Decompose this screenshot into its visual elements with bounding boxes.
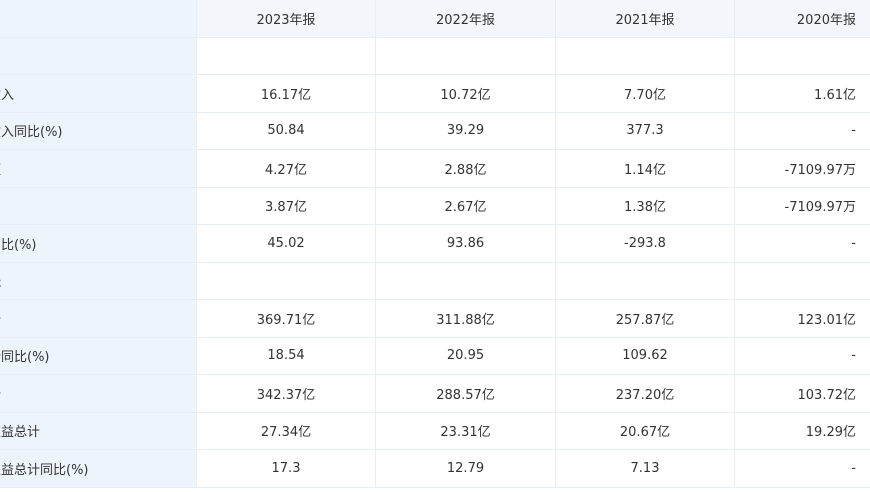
table-header-row: 2023年报 2022年报 2021年报 2020年报 [0, 0, 870, 38]
value-cell-2023: 50.84 [197, 112, 376, 149]
table-row: 收入同比(%) 50.8439.29377.3 - [0, 112, 870, 150]
value-cell-2022: 23.31亿 [376, 412, 556, 449]
value-cell-2023: 16.17亿 [197, 75, 376, 112]
value-cell-2020: 103.72亿 [797, 387, 857, 403]
row-label-cell [0, 37, 197, 74]
value-cell-2022 [376, 262, 556, 299]
row-label: 计 [0, 309, 1, 328]
row-label: 表 [0, 271, 1, 290]
value-cell-2021: 1.14亿 [556, 150, 735, 187]
value-cell-2020: - [851, 348, 856, 364]
value-cell-2021: -293.8 [556, 225, 735, 262]
value-cell-2021: 237.20亿 [556, 375, 735, 412]
value-cell-2021: 7.70亿 [556, 75, 735, 112]
row-label: 收入同比(%) [0, 125, 63, 141]
row-label-cell: 收入同比(%) [0, 112, 197, 149]
row-label: 权益总计同比(%) [0, 462, 89, 478]
table-row: 3.87亿 2.67亿 1.38亿 -7109.97万 [0, 187, 870, 225]
value-cell-2023: 4.27亿 [197, 150, 376, 187]
section-row [0, 37, 870, 75]
table-body: 收入 16.17亿10.72亿7.70亿 1.61亿收入同比(%) 50.8439.2… [0, 37, 870, 488]
row-label: 权益总计 [0, 425, 41, 441]
header-2021[interactable]: 2021年报 [556, 0, 735, 37]
value-cell-2022: 288.57亿 [376, 375, 556, 412]
value-cell-2023 [197, 37, 376, 74]
row-label-cell: 权益总计同比(%) [0, 450, 197, 487]
value-cell-2020: - [851, 460, 856, 476]
value-cell-2021 [556, 262, 735, 299]
header-2023[interactable]: 2023年报 [197, 0, 376, 37]
row-label-cell: 同比(%) [0, 225, 197, 262]
header-label-cell [0, 0, 197, 37]
value-cell-2021 [556, 37, 735, 74]
value-cell-2020: 19.29亿 [805, 425, 856, 441]
value-cell-2020: 123.01亿 [797, 312, 857, 328]
table-row: 额 4.27亿2.88亿1.14亿 -7109.97万 [0, 150, 870, 188]
row-label-cell: 计同比(%) [0, 337, 197, 374]
value-cell-2020 [735, 262, 870, 299]
value-cell-2021: 20.67亿 [556, 412, 735, 449]
row-label: 计 [0, 384, 1, 403]
row-label-cell [0, 187, 197, 224]
value-cell-2022: 10.72亿 [376, 75, 556, 112]
value-cell-2021: 7.13 [556, 450, 735, 487]
value-cell-2021: 109.62 [556, 337, 735, 374]
value-cell-2022: 20.95 [376, 337, 556, 374]
row-label: 同比(%) [0, 237, 37, 253]
row-label-cell: 权益总计 [0, 412, 197, 449]
row-label-cell: 计 [0, 300, 197, 337]
header-2022[interactable]: 2022年报 [376, 0, 556, 37]
row-label-cell: 收入 [0, 75, 197, 112]
value-cell-2021: 377.3 [556, 112, 735, 149]
financial-table: 2023年报 2022年报 2021年报 2020年报 收入 16.17亿10.7… [0, 0, 870, 488]
value-cell-2020: -7109.97万 [784, 162, 856, 178]
table-row: 收入 16.17亿10.72亿7.70亿 1.61亿 [0, 75, 870, 113]
value-cell-2020: - [851, 235, 856, 251]
value-cell-2022: 39.29 [376, 112, 556, 149]
value-cell-2021: 257.87亿 [556, 300, 735, 337]
value-cell-2023: 17.3 [197, 450, 376, 487]
value-cell-2022: 93.86 [376, 225, 556, 262]
table-row: 权益总计同比(%) 17.312.797.13 - [0, 450, 870, 488]
row-label: 计同比(%) [0, 350, 50, 366]
value-cell-2023 [197, 262, 376, 299]
value-cell-2022: 311.88亿 [376, 300, 556, 337]
table-row: 计 369.71亿311.88亿257.87亿 123.01亿 [0, 300, 870, 338]
value-cell-2022: 2.67亿 [376, 187, 556, 224]
value-cell-2022: 12.79 [376, 450, 556, 487]
value-cell-2023: 45.02 [197, 225, 376, 262]
value-cell-2020: - [851, 123, 856, 139]
row-label: 收入 [0, 87, 15, 103]
row-label-cell: 额 [0, 150, 197, 187]
row-label-cell: 计 [0, 375, 197, 412]
section-row: 表 [0, 262, 870, 300]
value-cell-2020: 1.61亿 [814, 87, 856, 103]
row-label: 额 [0, 159, 1, 178]
value-cell-2023: 369.71亿 [197, 300, 376, 337]
header-2020[interactable]: 2020年报 [735, 0, 870, 37]
table-row: 计 342.37亿288.57亿237.20亿 103.72亿 [0, 375, 870, 413]
value-cell-2020 [735, 37, 870, 74]
table-row: 权益总计 27.34亿23.31亿20.67亿 19.29亿 [0, 412, 870, 450]
value-cell-2023: 18.54 [197, 337, 376, 374]
row-label-cell: 表 [0, 262, 197, 299]
value-cell-2022: 2.88亿 [376, 150, 556, 187]
table-row: 同比(%) 45.0293.86-293.8 - [0, 225, 870, 263]
table-row: 计同比(%) 18.5420.95109.62 - [0, 337, 870, 375]
value-cell-2022 [376, 37, 556, 74]
value-cell-2023: 27.34亿 [197, 412, 376, 449]
value-cell-2023: 342.37亿 [197, 375, 376, 412]
value-cell-2023: 3.87亿 [197, 187, 376, 224]
value-cell-2020: -7109.97万 [784, 200, 856, 216]
value-cell-2021: 1.38亿 [556, 187, 735, 224]
